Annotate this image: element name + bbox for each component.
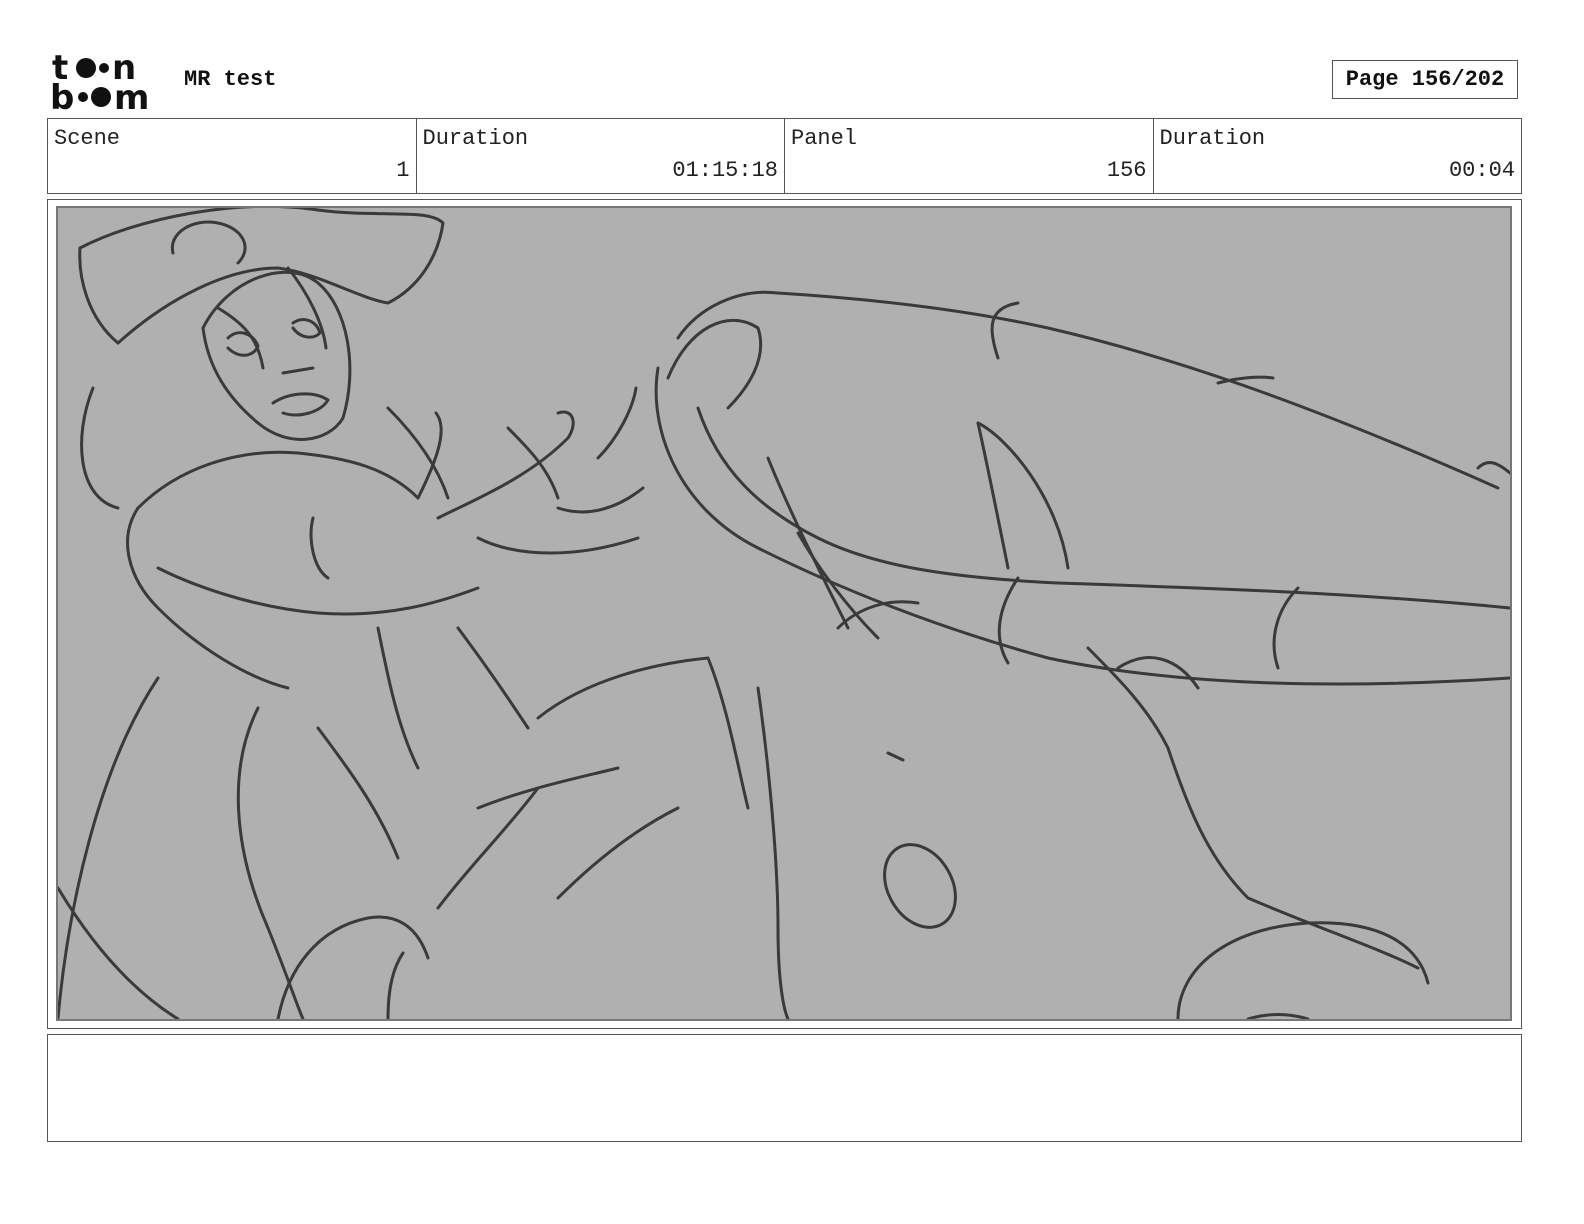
page-indicator: Page 156/202 [1332,60,1518,99]
scene-label: Scene [54,126,121,151]
storyboard-panel-image [56,206,1512,1021]
panel-frame [47,199,1522,1029]
svg-text:m: m [114,78,149,112]
panel-value: 156 [1106,158,1147,183]
scene-duration-value: 01:15:18 [672,158,778,183]
panel-label: Panel [791,126,858,151]
scene-duration-cell: Duration 01:15:18 [417,119,785,193]
toon-boom-logo: t n b m [50,48,164,118]
project-title: MR test [184,67,277,92]
panel-duration-value: 00:04 [1448,158,1515,183]
panel-duration-label: Duration [1159,126,1266,151]
scene-cell: Scene 1 [48,119,417,193]
scene-duration-label: Duration [422,126,529,151]
panel-info-table: Scene 1 Duration 01:15:18 Panel 156 Dura… [47,118,1522,194]
panel-duration-cell: Duration 00:04 [1154,119,1522,193]
panel-notes-box [47,1034,1522,1142]
page-indicator-text: Page 156/202 [1345,67,1505,92]
scene-value: 1 [396,158,410,183]
panel-cell: Panel 156 [785,119,1154,193]
svg-text:b: b [50,78,74,112]
